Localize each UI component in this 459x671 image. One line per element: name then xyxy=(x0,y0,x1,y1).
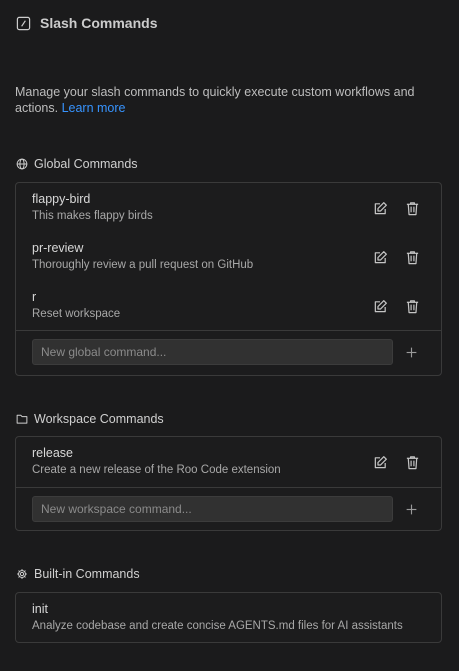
panel-header: Slash Commands xyxy=(16,15,157,31)
page-description: Manage your slash commands to quickly ex… xyxy=(15,84,435,116)
new-workspace-command-input[interactable] xyxy=(32,496,393,522)
command-row-flappy-bird: flappy-bird This makes flappy birds xyxy=(16,183,441,232)
learn-more-link[interactable]: Learn more xyxy=(62,101,126,115)
trash-icon[interactable] xyxy=(403,297,421,315)
add-workspace-command-row xyxy=(16,487,441,530)
command-description: Reset workspace xyxy=(32,308,121,320)
plus-icon[interactable] xyxy=(403,344,419,360)
command-description: This makes flappy birds xyxy=(32,210,153,222)
folder-icon xyxy=(16,413,28,425)
command-description: Create a new release of the Roo Code ext… xyxy=(32,464,281,476)
command-row-release: release Create a new release of the Roo … xyxy=(16,437,441,487)
slash-commands-panel: Slash Commands Manage your slash command… xyxy=(0,0,459,671)
command-name: release xyxy=(32,446,73,460)
gear-icon xyxy=(16,568,28,580)
trash-icon[interactable] xyxy=(403,248,421,266)
page-title: Slash Commands xyxy=(40,15,158,31)
global-commands-title: Global Commands xyxy=(34,157,138,171)
globe-icon xyxy=(16,158,28,170)
workspace-commands-list: release Create a new release of the Roo … xyxy=(15,436,442,531)
global-commands-list: flappy-bird This makes flappy birds pr-r… xyxy=(15,182,442,376)
command-actions xyxy=(371,453,421,471)
builtin-commands-heading: Built-in Commands xyxy=(16,567,140,581)
command-description: Analyze codebase and create concise AGEN… xyxy=(32,620,403,632)
workspace-commands-title: Workspace Commands xyxy=(34,412,164,426)
command-actions xyxy=(371,297,421,315)
command-name: init xyxy=(32,602,48,616)
workspace-commands-heading: Workspace Commands xyxy=(16,412,164,426)
command-actions xyxy=(371,199,421,217)
new-global-command-input[interactable] xyxy=(32,339,393,365)
global-commands-heading: Global Commands xyxy=(16,157,138,171)
command-description: Thoroughly review a pull request on GitH… xyxy=(32,259,254,271)
command-name: pr-review xyxy=(32,241,84,255)
command-row-r: r Reset workspace xyxy=(16,281,441,330)
edit-icon[interactable] xyxy=(371,297,389,315)
builtin-commands-title: Built-in Commands xyxy=(34,567,140,581)
builtin-commands-list: init Analyze codebase and create concise… xyxy=(15,592,442,643)
trash-icon[interactable] xyxy=(403,453,421,471)
command-row-pr-review: pr-review Thoroughly review a pull reque… xyxy=(16,232,441,281)
command-name: flappy-bird xyxy=(32,192,91,206)
command-actions xyxy=(371,248,421,266)
trash-icon[interactable] xyxy=(403,199,421,217)
command-name: r xyxy=(32,290,37,304)
command-row-init: init Analyze codebase and create concise… xyxy=(16,593,441,642)
plus-icon[interactable] xyxy=(403,501,419,517)
edit-icon[interactable] xyxy=(371,199,389,217)
add-global-command-row xyxy=(16,330,441,373)
edit-icon[interactable] xyxy=(371,453,389,471)
slash-square-icon xyxy=(16,16,31,31)
edit-icon[interactable] xyxy=(371,248,389,266)
